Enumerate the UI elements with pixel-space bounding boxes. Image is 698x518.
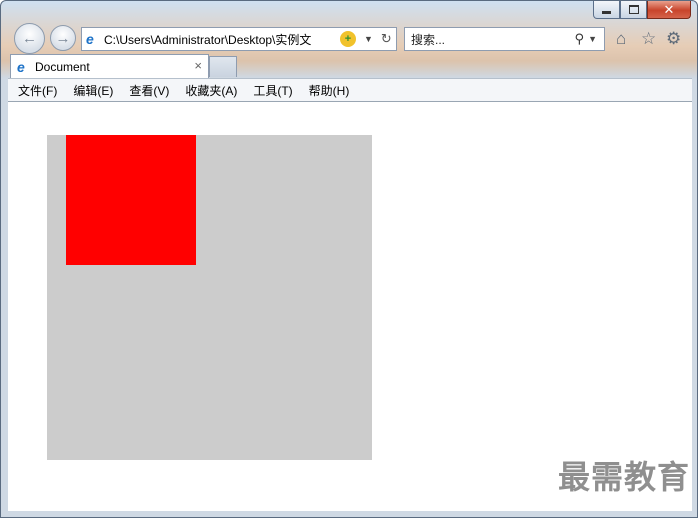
- window-caption-buttons: ✕: [593, 1, 691, 19]
- menu-edit[interactable]: 编辑(E): [73, 82, 113, 99]
- search-dropdown-icon[interactable]: ▼: [588, 34, 597, 44]
- address-bar[interactable]: e C:\Users\Administrator\Desktop\实例文 + ▼…: [81, 27, 397, 51]
- tab-title: Document: [35, 59, 90, 74]
- minimize-icon: [602, 11, 611, 14]
- search-box[interactable]: 搜索... ⚲ ▼: [404, 27, 605, 51]
- maximize-icon: [628, 5, 639, 14]
- back-arrow-icon: ←: [22, 30, 37, 47]
- tab-page-icon: e: [17, 58, 25, 75]
- tab-document[interactable]: e Document ×: [10, 54, 209, 78]
- menu-help[interactable]: 帮助(H): [309, 82, 350, 99]
- watermark-text: 最需教育: [557, 458, 690, 496]
- minimize-button[interactable]: [593, 1, 620, 19]
- address-text[interactable]: C:\Users\Administrator\Desktop\实例文: [104, 31, 336, 48]
- search-icon[interactable]: ⚲: [574, 31, 584, 47]
- inner-red-box: [66, 135, 196, 265]
- menu-tools[interactable]: 工具(T): [253, 82, 292, 99]
- menu-file[interactable]: 文件(F): [18, 82, 57, 99]
- close-window-button[interactable]: ✕: [647, 1, 691, 19]
- menu-view[interactable]: 查看(V): [129, 82, 169, 99]
- forward-arrow-icon: →: [55, 29, 71, 47]
- page-icon: e: [86, 31, 94, 47]
- page-viewport: [8, 102, 692, 511]
- forward-button[interactable]: →: [50, 25, 76, 51]
- back-button[interactable]: ←: [14, 23, 45, 54]
- menu-favorites[interactable]: 收藏夹(A): [185, 82, 237, 99]
- close-icon: ✕: [663, 1, 675, 17]
- gear-icon[interactable]: ⚙: [666, 29, 681, 49]
- new-tab-button[interactable]: [209, 56, 237, 77]
- maximize-button[interactable]: [620, 1, 647, 19]
- compatibility-view-icon[interactable]: +: [340, 31, 356, 47]
- tab-close-icon[interactable]: ×: [194, 58, 202, 73]
- refresh-icon[interactable]: ↻: [381, 31, 392, 47]
- menu-bar: 文件(F) 编辑(E) 查看(V) 收藏夹(A) 工具(T) 帮助(H): [8, 78, 692, 102]
- search-input[interactable]: 搜索...: [411, 31, 445, 48]
- home-icon[interactable]: ⌂: [616, 29, 626, 49]
- star-icon[interactable]: ☆: [641, 29, 656, 49]
- browser-window: ✕ ← → e C:\Users\Administrator\Desktop\实…: [0, 0, 698, 518]
- address-dropdown-icon[interactable]: ▼: [364, 34, 373, 44]
